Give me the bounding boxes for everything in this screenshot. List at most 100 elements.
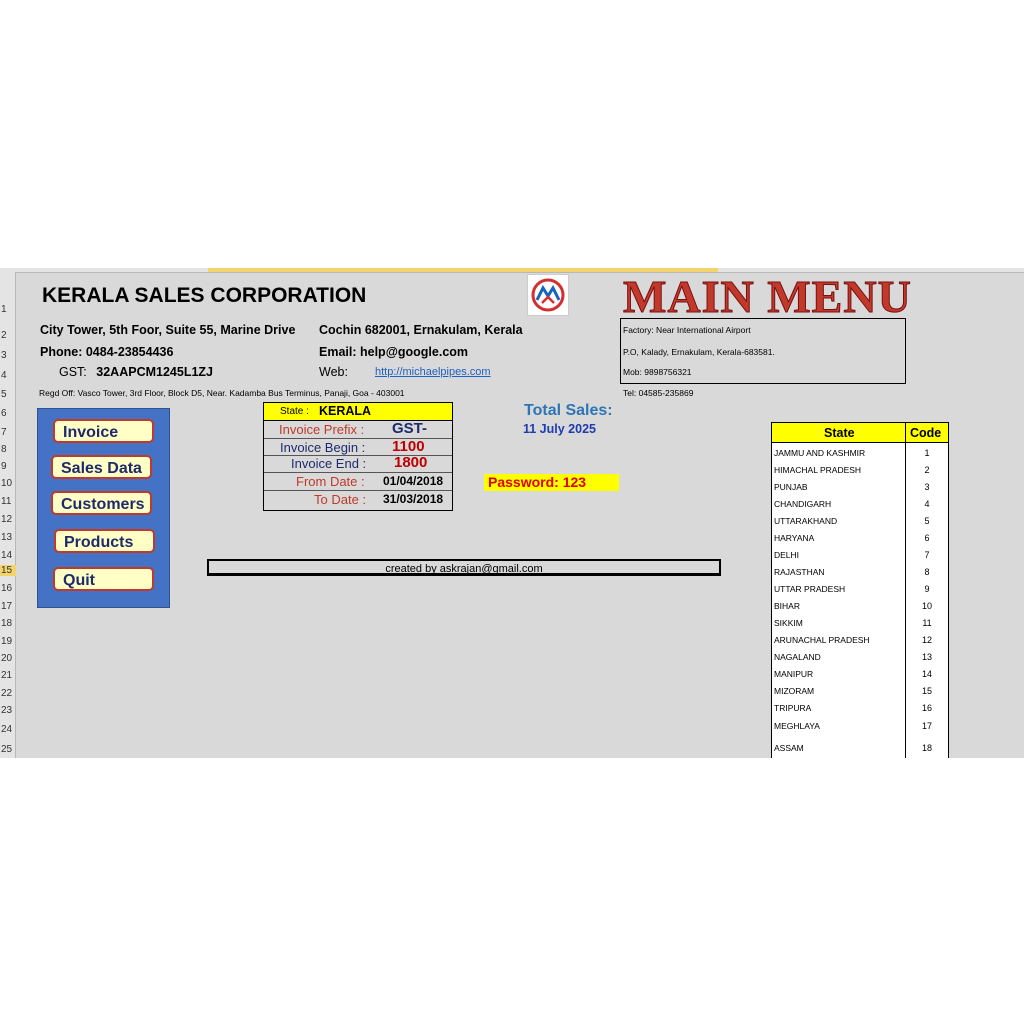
company-logo (527, 274, 569, 316)
row-number[interactable]: 12 (0, 514, 16, 525)
table-row: MIZORAM 15 (772, 682, 948, 699)
state-name: HARYANA (774, 533, 815, 543)
begin-label: Invoice Begin : (280, 440, 366, 455)
customers-button[interactable]: Customers (51, 491, 152, 515)
table-row: UTTARAKHAND 5 (772, 512, 948, 529)
state-code: 18 (921, 743, 932, 753)
state-code: 11 (922, 618, 932, 628)
state-code: 17 (921, 721, 932, 731)
row-number[interactable]: 21 (0, 670, 16, 681)
row-number[interactable]: 14 (0, 550, 16, 561)
begin-value: 1100 (392, 438, 425, 455)
state-code: 4 (924, 499, 930, 509)
header-state: State (824, 426, 855, 440)
state-code: 16 (921, 703, 932, 713)
factory-tel: Tel: 04585-235869 (623, 388, 694, 398)
state-name: ARUNACHAL PRADESH (774, 635, 870, 645)
row-number[interactable]: 17 (0, 601, 16, 612)
factory-mobile: Mob: 9898756321 (623, 367, 692, 377)
row-number[interactable]: 7 (0, 427, 16, 438)
row-number[interactable]: 8 (0, 444, 16, 455)
web-link[interactable]: http://michaelpipes.com (375, 366, 491, 378)
state-code: 9 (924, 584, 930, 594)
email-value: help@google.com (360, 345, 469, 359)
state-name: UTTAR PRADESH (774, 584, 846, 594)
phone-label: Phone: (40, 345, 83, 359)
row-header-strip: 1 2 3 4 5 6 7 8 9 10 11 12 13 14 15 16 17 18 19 20 21 22 23 24 2… (0, 272, 16, 758)
state-name: JAMMU AND KASHMIR (774, 448, 866, 458)
row-number[interactable]: 16 (0, 583, 16, 594)
email-label: Email: (319, 345, 357, 359)
table-row: CHANDIGARH 4 (772, 495, 948, 512)
table-row: MANIPUR 14 (772, 665, 948, 682)
factory-line2: P.O, Kalady, Ernakulam, Kerala-683581. (623, 347, 775, 357)
state-code: 2 (924, 465, 930, 475)
created-by-banner: created by askrajan@gmail.com (207, 559, 721, 576)
company-phone: Phone: 0484-23854436 (40, 345, 173, 359)
invoice-button[interactable]: Invoice (53, 419, 154, 443)
row-number[interactable]: 2 (0, 330, 16, 341)
state-code: 15 (921, 686, 932, 696)
invoice-info-box: State : KERALA Invoice Prefix : GST- Inv… (263, 402, 453, 511)
row-number[interactable]: 6 (0, 408, 16, 419)
row-number[interactable]: 22 (0, 688, 16, 699)
state-name: HIMACHAL PRADESH (774, 465, 862, 475)
state-code: 8 (924, 567, 930, 577)
state-code: 10 (921, 601, 932, 611)
total-sales-date: 11 July 2025 (523, 422, 596, 436)
table-row: NAGALAND 13 (772, 648, 948, 665)
sales-data-button[interactable]: Sales Data (51, 455, 152, 479)
products-button[interactable]: Products (54, 529, 155, 553)
factory-line1: Factory: Near International Airport (623, 325, 751, 335)
row-number[interactable]: 20 (0, 653, 16, 664)
state-code: 3 (924, 482, 930, 492)
password-note: Password: 123 (484, 474, 619, 491)
state-name: TRIPURA (774, 703, 812, 713)
table-row: ASSAM 18 (772, 739, 948, 756)
spreadsheet-area: 1 2 3 4 5 6 7 8 9 10 11 12 13 14 15 16 17 18 19 20 21 22 23 24 2… (0, 268, 1024, 758)
from-date-row: From Date : 01/04/2018 (264, 473, 452, 491)
row-number[interactable]: 15 (0, 565, 16, 576)
to-date-label: To Date : (314, 492, 367, 507)
prefix-label: Invoice Prefix : (279, 422, 365, 437)
row-number[interactable]: 18 (0, 618, 16, 629)
row-number[interactable]: 19 (0, 636, 16, 647)
state-name: MIZORAM (774, 686, 815, 696)
table-row: HIMACHAL PRADESH 2 (772, 461, 948, 478)
total-sales-label: Total Sales: (524, 402, 613, 419)
table-row: SIKKIM 11 (772, 614, 948, 631)
state-code-table: State Code JAMMU AND KASHMIR 1 HIMACHAL PR… (771, 422, 949, 758)
row-number[interactable]: 9 (0, 461, 16, 472)
state-name: MANIPUR (774, 669, 814, 679)
prefix-row: Invoice Prefix : GST- (264, 420, 452, 439)
row-number[interactable]: 3 (0, 350, 16, 361)
table-row: MEGHLAYA 17 (772, 717, 948, 734)
state-value: KERALA (319, 404, 372, 418)
state-code: 1 (924, 448, 930, 458)
row-number[interactable]: 1 (0, 304, 16, 315)
state-name: PUNJAB (774, 482, 808, 492)
state-name: RAJASTHAN (774, 567, 825, 577)
row-number[interactable]: 4 (0, 370, 16, 381)
table-row: ARUNACHAL PRADESH 12 (772, 631, 948, 648)
row-number[interactable]: 11 (0, 496, 16, 507)
state-code: 12 (921, 635, 932, 645)
row-number[interactable]: 13 (0, 532, 16, 543)
to-date-value: 31/03/2018 (383, 492, 444, 506)
row-number[interactable]: 5 (0, 389, 16, 400)
table-row: PUNJAB 3 (772, 478, 948, 495)
company-name: KERALA SALES CORPORATION (42, 284, 367, 307)
table-row: DELHI 7 (772, 546, 948, 563)
from-date-label: From Date : (296, 474, 365, 489)
quit-button[interactable]: Quit (53, 567, 154, 591)
row-number[interactable]: 10 (0, 478, 16, 489)
to-date-row: To Date : 31/03/2018 (264, 491, 452, 508)
row-number[interactable]: 24 (0, 724, 16, 735)
company-gst: GST: 32AAPCM1245L1ZJ (59, 365, 213, 379)
header-code: Code (910, 426, 942, 440)
main-menu-title: MAIN MENU (623, 271, 912, 323)
row-number[interactable]: 25 (0, 744, 16, 755)
state-name: ASSAM (774, 743, 804, 753)
gst-label: GST: (59, 365, 87, 379)
row-number[interactable]: 23 (0, 705, 16, 716)
